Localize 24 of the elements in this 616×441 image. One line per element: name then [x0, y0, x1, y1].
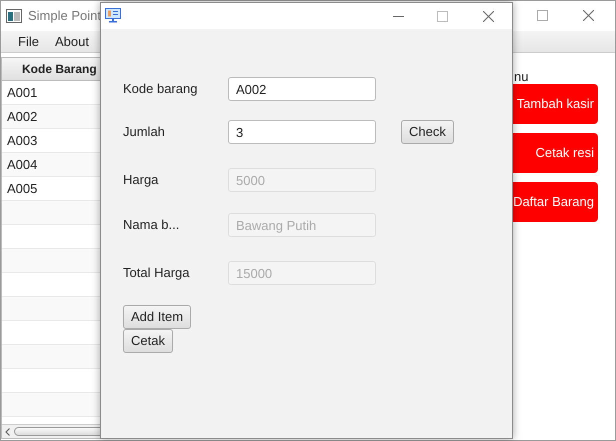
input-field[interactable]: 3 [228, 120, 376, 144]
table-cell-text: A005 [7, 180, 38, 198]
close-icon[interactable] [483, 11, 494, 22]
field-label: Kode barang [123, 80, 198, 98]
table-cell-text: A002 [7, 108, 38, 126]
close-icon[interactable] [583, 10, 594, 21]
scroll-left-icon[interactable] [5, 428, 10, 436]
input-field[interactable]: A002 [228, 77, 376, 101]
table-cell-text: A003 [7, 132, 38, 150]
field-label: Harga [123, 171, 160, 190]
menu-label: nu [514, 68, 528, 84]
dialog-button[interactable]: Add Item [123, 305, 192, 329]
check-button[interactable]: Check [401, 120, 454, 144]
field-label: Nama b... [123, 216, 180, 234]
dialog-button[interactable]: Cetak [123, 329, 173, 353]
table-cell-text: A004 [7, 156, 38, 174]
field-label: Total Harga [123, 264, 190, 282]
app-icon [6, 9, 22, 23]
monitor-icon [105, 8, 121, 23]
menu-item[interactable]: About [54, 32, 89, 52]
window-title: Simple Point [28, 7, 101, 26]
table-cell-text: A001 [7, 84, 38, 102]
menu-item[interactable]: File [18, 32, 39, 52]
field-label: Jumlah [123, 123, 166, 142]
